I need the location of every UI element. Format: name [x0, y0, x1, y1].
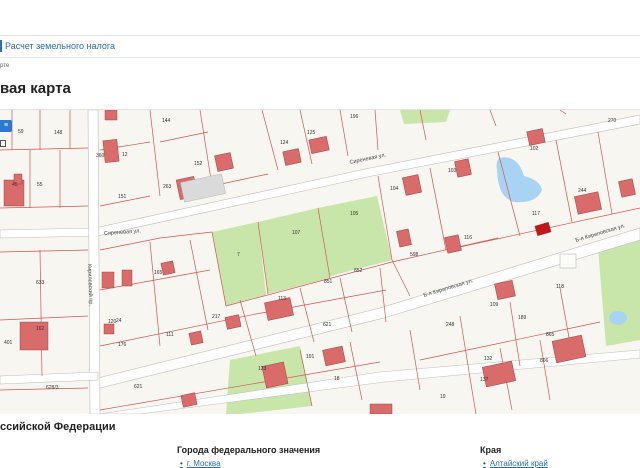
parcel-number: 19	[440, 394, 446, 400]
land-tax-link[interactable]: Расчет земельного налога	[5, 41, 115, 51]
street-label: Сиреневая ул.	[104, 228, 142, 237]
krai-title: Края	[480, 445, 502, 455]
parcel-number: 102	[530, 146, 539, 152]
parcel-number: 191	[306, 354, 315, 360]
parcel-number: 270	[608, 118, 617, 124]
parcel-number: 244	[578, 188, 587, 194]
green-zone	[212, 222, 266, 306]
parcel-number: 165	[154, 270, 163, 276]
parcel-number: 263	[163, 184, 172, 190]
parcel-number: 621	[134, 384, 143, 390]
nav-bar: Расчет земельного налога	[0, 36, 640, 58]
parcel-number: 852	[354, 268, 363, 274]
parcel-number: 865	[546, 332, 555, 338]
parcel-number: 401	[4, 340, 13, 346]
parcel-number: 621	[323, 322, 332, 328]
parcel-number: 59	[18, 129, 24, 135]
parcel-number: 162	[36, 326, 45, 332]
road-sirenevaya-west	[0, 227, 98, 239]
parcel-number: 12	[122, 152, 128, 158]
breadcrumb[interactable]: рте	[0, 63, 9, 69]
parcel-number: 137	[480, 377, 489, 383]
parcel-number: 598	[410, 252, 419, 258]
parcel-number: 24	[116, 318, 122, 324]
parcel-number: 196	[350, 114, 359, 120]
street-label: Сиреневая ул.	[349, 152, 387, 166]
regions-title: ссийской Федерации	[0, 421, 116, 433]
parcel-number: 628/3	[46, 385, 59, 391]
green-zone	[400, 110, 450, 124]
pond	[496, 157, 542, 203]
parcel-number: 144	[162, 118, 171, 124]
parcel-number: 124	[280, 140, 289, 146]
parcel-number: 55	[37, 182, 43, 188]
parcel-number: 132	[484, 356, 493, 362]
parcel-number: 866	[540, 358, 549, 364]
parcel-number: 123	[258, 366, 267, 372]
region-link-altai[interactable]: Алтайский край	[483, 459, 548, 468]
layers-button[interactable]: ≡	[0, 120, 12, 132]
parcel-number: 151	[118, 194, 127, 200]
cadastral-map[interactable]: 59 148 144 196 270 360 12 152 124 125 10…	[0, 110, 640, 414]
nav-active-marker	[0, 40, 2, 52]
pond	[609, 311, 627, 325]
parcel-number: 116	[464, 235, 472, 241]
parcel-number: 118	[556, 284, 564, 290]
region-link-moscow[interactable]: г. Москва	[180, 459, 221, 468]
parcel-number: 148	[54, 130, 63, 136]
parcel-number: 851	[324, 279, 333, 285]
parcel-number: 217	[212, 314, 221, 320]
parcel-number: 113	[278, 296, 286, 302]
parcel-number: 248	[446, 322, 455, 328]
parcel-number: 152	[194, 161, 203, 167]
parcel-number: 105	[350, 211, 359, 217]
parcel-number: 120	[108, 319, 117, 325]
parcel-number: 633	[36, 280, 45, 286]
parcel-number: 45	[12, 182, 18, 188]
green-zone	[318, 196, 392, 276]
parcel-number: 109	[490, 302, 499, 308]
parcel-number: 360	[96, 153, 105, 159]
parcel-number: 189	[518, 315, 527, 321]
parcel-number: 7	[237, 252, 240, 258]
parcel-number: 111	[166, 332, 174, 338]
page-title: вая карта	[0, 80, 71, 97]
layer-checkbox[interactable]	[0, 140, 6, 147]
parcel-number: 117	[532, 211, 540, 217]
map-canvas[interactable]: 59 148 144 196 270 360 12 152 124 125 10…	[0, 110, 640, 414]
federal-cities-title: Города федерального значения	[177, 445, 321, 455]
road-west	[0, 371, 99, 385]
parcel-number: 18	[334, 376, 340, 382]
parcel-number: 103	[448, 168, 457, 174]
top-bar	[0, 0, 640, 36]
parcel-number: 107	[292, 230, 301, 236]
parcel-number: 176	[118, 342, 127, 348]
green-zone	[598, 238, 640, 346]
parcel-number: 125	[307, 130, 316, 136]
parcel-number: 104	[390, 186, 399, 192]
